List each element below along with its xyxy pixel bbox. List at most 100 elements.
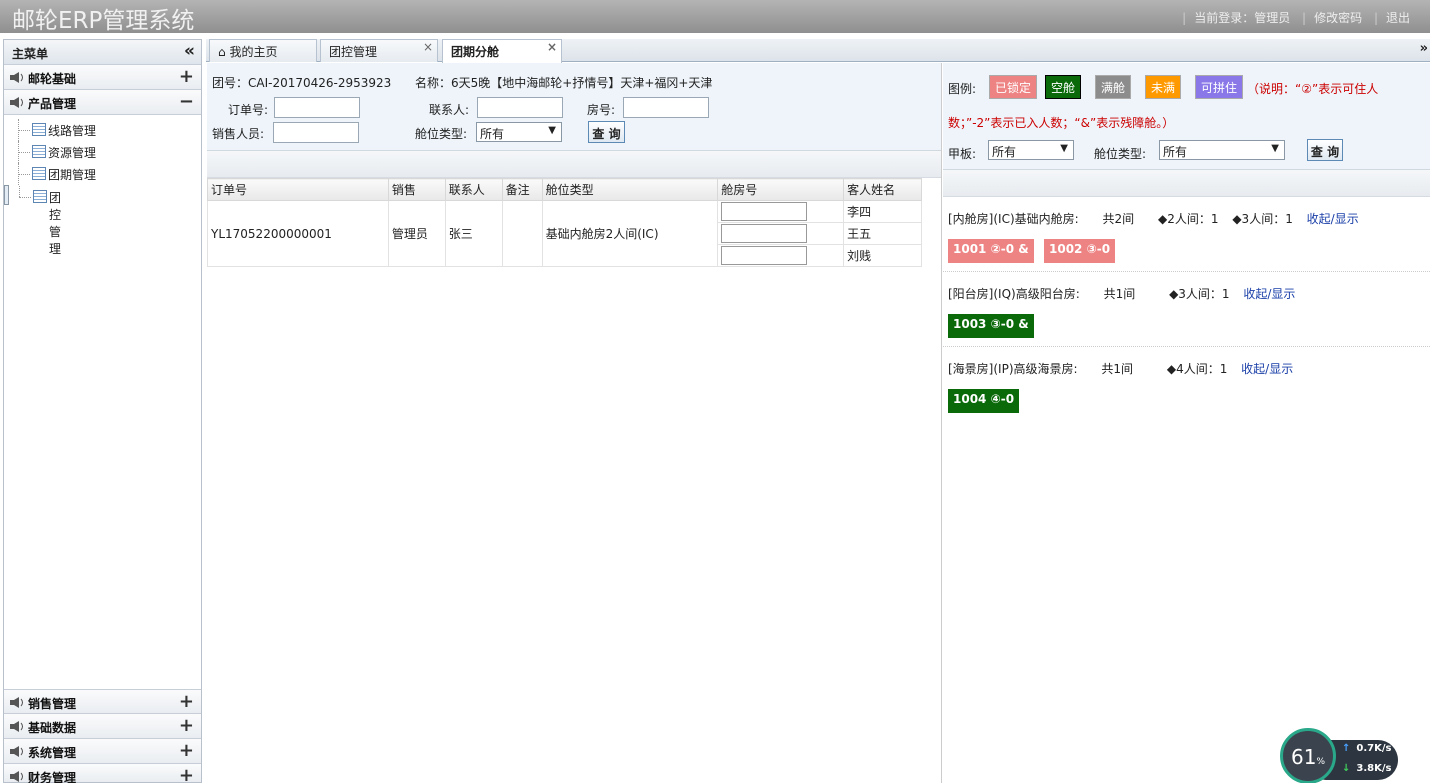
speaker-icon: [10, 97, 23, 108]
collapse-icon[interactable]: −: [179, 91, 194, 112]
order-panel: 团号：CAI-20170426-2953923 名称：6天5晚【地中海邮轮+抒情…: [207, 63, 942, 783]
toggle-link[interactable]: 收起/显示: [1243, 287, 1295, 301]
order-no-input[interactable]: [274, 97, 360, 118]
sales-label: 销售人员:: [212, 127, 265, 141]
cabin-type-cell: 基础内舱房2人间(IC): [541, 200, 719, 267]
tab-cabin-allocation[interactable]: 团期分舱 ×: [442, 39, 562, 63]
change-password-link[interactable]: 修改密码: [1314, 11, 1362, 25]
room-total: 共1间: [1101, 362, 1134, 376]
sales-input[interactable]: [273, 122, 359, 143]
sidebar-item-resource[interactable]: 资源管理: [4, 141, 201, 163]
tab-scroll-icon[interactable]: »: [1420, 41, 1428, 56]
sales-cell: 管理员: [387, 200, 446, 267]
table-icon: [32, 145, 46, 158]
sidebar-group-label: 财务管理: [28, 771, 77, 783]
cabin-query-button[interactable]: 查 询: [1307, 139, 1343, 161]
sidebar-group-base-data[interactable]: 基础数据 +: [4, 714, 201, 739]
deck-label: 甲板:: [948, 147, 977, 161]
cabin-no-input[interactable]: [721, 246, 808, 265]
sidebar-item-group-control[interactable]: 团控管理: [4, 185, 61, 256]
expand-icon[interactable]: +: [179, 765, 194, 783]
sidebar: 主菜单 « 邮轮基础 + 产品管理 − 线路管理 资源管理 团期管理 团控管理 …: [3, 39, 202, 783]
room-total: 共2间: [1102, 212, 1135, 226]
cabin-chip-1002[interactable]: 1002 ③-0: [1044, 239, 1116, 263]
legend-full: 满舱: [1095, 75, 1132, 99]
usage-gauge: 61%: [1280, 728, 1336, 783]
cabin-type-select[interactable]: 所有 ▼: [476, 122, 562, 142]
home-icon: ⌂: [218, 45, 226, 59]
app-header: 邮轮ERP管理系统 | 当前登录：管理员 | 修改密码 | 退出: [0, 0, 1430, 34]
legend-shareable: 可拼住: [1195, 75, 1244, 99]
toggle-link[interactable]: 收起/显示: [1307, 212, 1359, 226]
sidebar-group-sales[interactable]: 销售管理 +: [4, 689, 201, 714]
legend-note-cont: 数；”-2”表示已入人数；“&”表示残障舱。）: [948, 116, 1175, 130]
room-stat: ◆2人间：1: [1158, 212, 1219, 226]
toggle-link[interactable]: 收起/显示: [1241, 362, 1293, 376]
cabin-chip-1001[interactable]: 1001 ②-0 &: [948, 239, 1034, 263]
contact-cell: 张三: [444, 200, 503, 267]
sidebar-group-cruise-basics[interactable]: 邮轮基础 +: [4, 65, 201, 90]
cabin-chip-1003[interactable]: 1003 ③-0 &: [948, 314, 1034, 338]
sidebar-item-label: 线路管理: [48, 124, 97, 138]
cabin-no-input[interactable]: [721, 224, 808, 243]
table-icon: [32, 123, 46, 136]
order-filter: 团号：CAI-20170426-2953923 名称：6天5晚【地中海邮轮+抒情…: [207, 63, 941, 151]
sidebar-group-label: 邮轮基础: [28, 72, 77, 86]
order-table: 订单号 销售 联系人 备注 舱位类型 舱房号 客人姓名 YL1705220000…: [207, 178, 922, 267]
close-icon[interactable]: ×: [423, 40, 433, 54]
sidebar-group-label: 系统管理: [28, 746, 77, 760]
cabin-type-select[interactable]: 所有 ▼: [1159, 140, 1285, 160]
sidebar-item-schedule[interactable]: 团期管理: [4, 163, 201, 185]
cabin-type-label: 舱位类型:: [415, 127, 468, 141]
order-no-label: 订单号:: [228, 103, 269, 117]
cabin-no-input[interactable]: [721, 202, 808, 221]
contact-input[interactable]: [477, 97, 563, 118]
legend-empty: 空舱: [1045, 75, 1082, 99]
table-header-row: 订单号 销售 联系人 备注 舱位类型 舱房号 客人姓名: [207, 178, 922, 201]
order-query-button[interactable]: 查 询: [588, 121, 625, 143]
room-section-seaview: [海景房](IP)高级海景房: 共1间 ◆4人间：1 收起/显示 1004 ④-…: [943, 347, 1430, 422]
expand-icon[interactable]: +: [179, 691, 194, 712]
sidebar-group-label: 基础数据: [28, 721, 77, 735]
room-total: 共1间: [1103, 287, 1136, 301]
tab-label: 团期分舱: [451, 45, 500, 59]
close-icon[interactable]: ×: [547, 40, 557, 54]
cabin-chip-1004[interactable]: 1004 ④-0: [948, 389, 1020, 413]
legend-filter: 图例: 已锁定 空舱 满舱 未满 可拼住 （说明：“②”表示可住人 数；”-2”…: [943, 63, 1430, 170]
room-stat: ◆4人间：1: [1166, 362, 1228, 376]
legend-label: 图例:: [948, 82, 977, 96]
sidebar-group-system[interactable]: 系统管理 +: [4, 739, 201, 764]
expand-icon[interactable]: +: [179, 740, 194, 761]
network-widget[interactable]: 61% ↑ 0.7K/s ↓ 3.8K/s: [1280, 728, 1400, 783]
speaker-icon: [10, 697, 23, 708]
download-speed: ↓ 3.8K/s: [1342, 763, 1392, 774]
login-info: 当前登录：管理员: [1194, 11, 1291, 25]
remark-cell: [501, 200, 543, 267]
room-no-input[interactable]: [623, 97, 709, 118]
tab-group-control[interactable]: 团控管理 ×: [320, 39, 438, 62]
speaker-icon: [10, 746, 23, 757]
room-stat: ◆3人间：1: [1232, 212, 1293, 226]
speaker-icon: [10, 721, 23, 732]
expand-icon[interactable]: +: [179, 715, 194, 736]
logout-link[interactable]: 退出: [1386, 11, 1410, 25]
cabin-type-label: 舱位类型:: [1094, 147, 1147, 161]
room-section-balcony: [阳台房](IQ)高级阳台房: 共1间 ◆3人间：1 收起/显示 1003 ③-…: [943, 272, 1430, 347]
deck-select[interactable]: 所有 ▼: [988, 140, 1074, 160]
guest-name: 王五: [843, 222, 922, 245]
room-type-title: [内舱房](IC)基础内舱房:: [948, 212, 1079, 226]
sidebar-item-route[interactable]: 线路管理: [4, 119, 201, 141]
app-title: 邮轮ERP管理系统: [12, 8, 195, 34]
collapse-sidebar-icon[interactable]: «: [184, 41, 195, 61]
sidebar-group-finance[interactable]: 财务管理 +: [4, 764, 201, 783]
sidebar-group-label: 销售管理: [28, 697, 77, 711]
room-no-label: 房号:: [587, 103, 616, 117]
legend-locked: 已锁定: [989, 75, 1038, 99]
sidebar-group-product[interactable]: 产品管理 −: [4, 90, 201, 115]
expand-icon[interactable]: +: [179, 66, 194, 87]
tab-home[interactable]: ⌂ 我的主页: [209, 39, 317, 62]
dropdown-arrow-icon: ▼: [1060, 143, 1068, 154]
table-icon: [33, 190, 47, 203]
sidebar-item-label: 团控管理: [49, 191, 62, 256]
sidebar-bottom-groups: 销售管理 + 基础数据 + 系统管理 + 财务管理 +: [4, 689, 201, 783]
